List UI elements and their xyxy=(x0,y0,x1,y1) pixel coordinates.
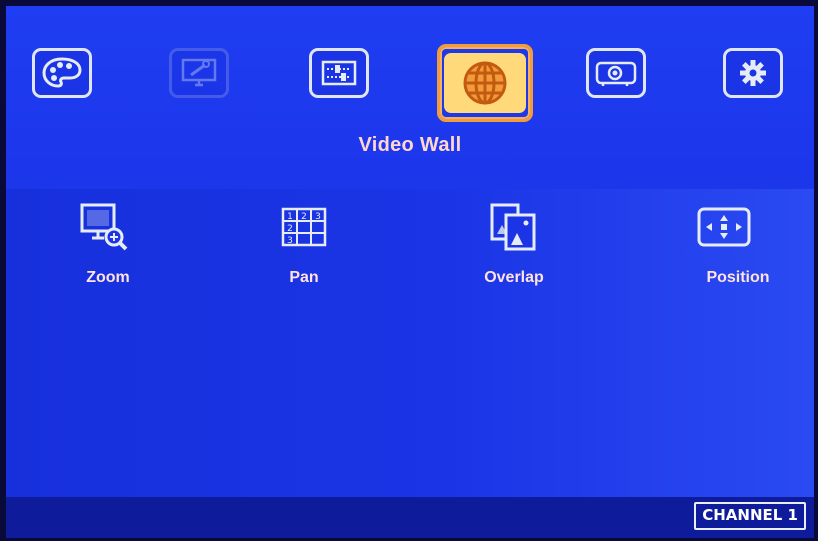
projector-icon xyxy=(595,61,637,86)
function-overlap-label: Overlap xyxy=(484,269,544,286)
pan-grid-number: 3 xyxy=(287,236,293,246)
pan-grid-number: 2 xyxy=(287,224,293,234)
tab-color[interactable] xyxy=(32,48,92,98)
pan-grid-number: 1 xyxy=(287,212,293,222)
monitor-settings-icon xyxy=(181,58,217,87)
overlap-icon xyxy=(486,201,542,253)
function-position-label: Position xyxy=(706,269,770,286)
channel-indicator: CHANNEL 1 xyxy=(694,502,806,530)
menu-tab-bar: Video Wall xyxy=(6,6,814,189)
osd-screen: Video Wall Zoom 1 2 3 2 3 Pan Overlap Po… xyxy=(6,6,814,538)
grid-numbers-icon: 1 2 3 2 3 xyxy=(276,201,332,253)
position-arrows-icon xyxy=(696,201,752,253)
gear-icon xyxy=(740,60,766,86)
tab-video-wall-highlight xyxy=(444,53,526,113)
tab-video-wall[interactable] xyxy=(437,44,533,122)
sliders-icon xyxy=(321,60,357,86)
status-bar: CHANNEL 1 xyxy=(6,497,814,538)
active-menu-title: Video Wall xyxy=(358,134,462,156)
tab-adjust[interactable] xyxy=(309,48,369,98)
palette-icon xyxy=(42,57,82,88)
globe-icon xyxy=(463,61,507,105)
tab-output[interactable] xyxy=(586,48,646,98)
zoom-monitor-icon xyxy=(76,201,132,253)
pan-grid-number: 2 xyxy=(301,212,307,222)
function-zoom-label: Zoom xyxy=(86,269,130,286)
pan-grid-number: 3 xyxy=(315,212,321,222)
function-panel: Zoom 1 2 3 2 3 Pan Overlap Position xyxy=(6,189,814,497)
function-pan-label: Pan xyxy=(289,269,319,286)
tab-display-setup[interactable] xyxy=(169,48,229,98)
tab-system-settings[interactable] xyxy=(723,48,783,98)
